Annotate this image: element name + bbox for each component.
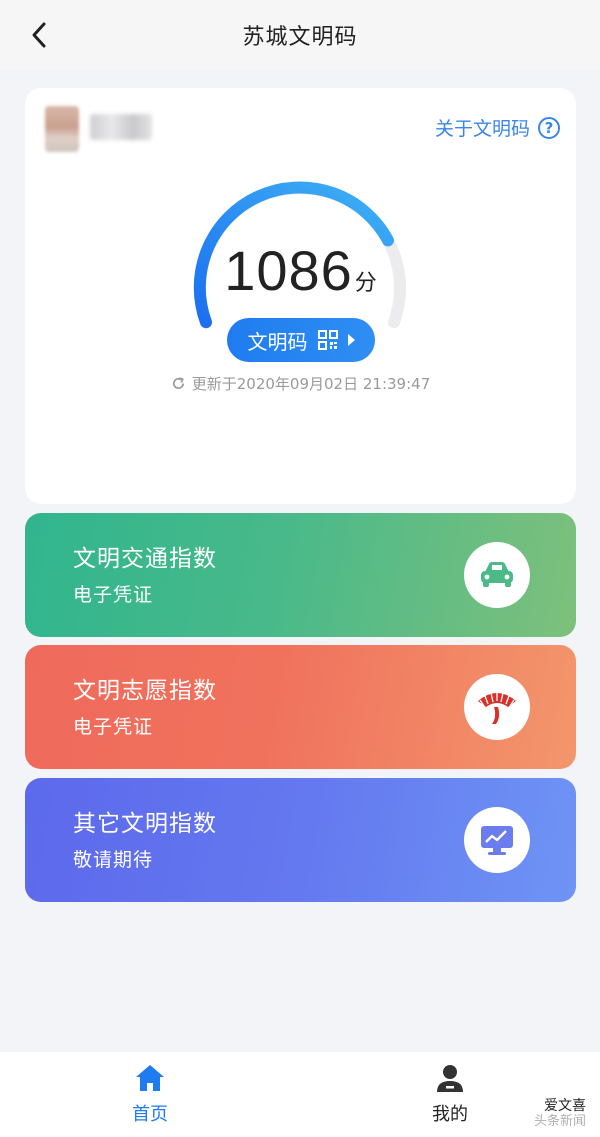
about-civility-code-link[interactable]: 关于文明码 ?: [435, 114, 560, 141]
card-subtitle: 电子凭证: [73, 584, 154, 606]
home-icon: [136, 1065, 164, 1091]
bottom-navigation: 首页 我的: [0, 1052, 600, 1137]
user-icon: [437, 1065, 463, 1092]
updated-text: 更新于2020年09月02日 21:39:47: [191, 375, 431, 393]
civility-code-button[interactable]: 文明码: [227, 318, 375, 362]
code-button-label: 文明码: [247, 329, 308, 354]
nav-home[interactable]: 首页: [110, 1062, 190, 1126]
volunteer-logo-icon: [464, 674, 530, 740]
watermark: 爱文喜 头条新闻: [534, 1098, 586, 1130]
watermark-line1: 爱文喜: [544, 1098, 586, 1114]
username-blurred: [90, 114, 152, 140]
question-circle-icon: ?: [538, 116, 560, 139]
car-icon: [464, 542, 530, 608]
volunteer-index-card[interactable]: 文明志愿指数 电子凭证: [25, 645, 576, 769]
score-value: 1086: [224, 239, 353, 302]
about-link-label: 关于文明码: [434, 118, 530, 140]
card-subtitle: 敬请期待: [73, 849, 154, 871]
card-title: 文明交通指数: [73, 546, 217, 572]
nav-mine-label: 我的: [432, 1104, 468, 1125]
chevron-right-icon: [347, 334, 355, 346]
card-title: 其它文明指数: [73, 811, 217, 837]
score-display: 1086分: [25, 238, 576, 303]
score-unit: 分: [354, 271, 377, 296]
monitor-chart-icon: [464, 807, 530, 873]
card-subtitle: 电子凭证: [73, 716, 154, 738]
back-button[interactable]: [22, 18, 56, 52]
top-bar: 苏城文明码: [0, 0, 600, 70]
nav-home-label: 首页: [132, 1104, 168, 1125]
avatar: [45, 106, 79, 152]
nav-mine[interactable]: 我的: [410, 1062, 490, 1126]
chevron-left-icon: [32, 22, 46, 48]
other-index-card[interactable]: 其它文明指数 敬请期待: [25, 778, 576, 902]
refresh-icon[interactable]: [171, 376, 186, 391]
card-title: 文明志愿指数: [73, 678, 217, 704]
qr-code-icon: [317, 330, 338, 350]
civility-score-card: 关于文明码 ? 1086分 文明码 更新于2020年09月02日 21:39:4…: [25, 88, 576, 504]
last-updated: 更新于2020年09月02日 21:39:47: [25, 373, 576, 394]
page-title: 苏城文明码: [242, 25, 358, 50]
traffic-index-card[interactable]: 文明交通指数 电子凭证: [25, 513, 576, 637]
watermark-line2: 头条新闻: [533, 1114, 586, 1129]
